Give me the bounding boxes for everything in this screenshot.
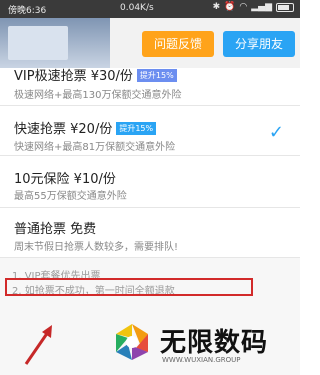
status-bar: 傍晚6:36 0.04K/s ✱ ⏰ ◠ ▂▄▆ [0,0,300,18]
preview-thumbnail [0,18,110,68]
option-badge: 提升15% [136,69,177,82]
status-time: 傍晚6:36 [8,6,47,16]
highlight-box [5,278,253,296]
option-title: 普通抢票 免费 [14,222,97,237]
feedback-button[interactable]: 问题反馈 [142,31,214,57]
option-title: VIP极速抢票 ¥30/份 [14,69,133,84]
option-desc: 周末节假日抢票人数较多，需要排队! [14,242,179,253]
wifi-icon: ◠ [239,2,248,12]
option-fast[interactable]: 快速抢票 ¥20/份 提升15% 快速网络+最高81万保额交通意外险 ✓ [0,106,300,156]
status-icons: ✱ ⏰ ◠ ▂▄▆ [213,2,294,12]
alarm-icon: ⏰ [224,2,236,12]
option-title: 快速抢票 ¥20/份 [14,122,113,137]
option-free[interactable]: 普通抢票 免费 周末节假日抢票人数较多，需要排队! [0,208,300,258]
battery-level [278,4,290,10]
option-desc: 最高55万保额交通意外险 [14,191,127,202]
option-title: 10元保险 ¥10/份 [14,172,116,187]
option-desc: 极速网络+最高130万保额交通意外险 [14,90,182,101]
watermark-logo-icon [116,324,148,360]
preview-thumbnail-inner [8,26,68,60]
arrow-icon [24,325,52,365]
option-badge: 提升15% [116,122,157,135]
signal-icon: ▂▄▆ [251,2,272,12]
watermark-url: WWW.WUXIAN.GROUP [162,356,241,364]
watermark-brand: 无限数码 [160,328,269,358]
share-friends-button[interactable]: 分享朋友 [223,31,295,57]
top-toolbar: 问题反馈 分享朋友 [0,18,300,68]
battery-icon [276,2,294,12]
check-icon: ✓ [268,122,284,143]
bluetooth-icon: ✱ [212,2,221,12]
option-desc: 快速网络+最高81万保额交通意外险 [14,142,176,153]
network-speed: 0.04K/s [120,3,154,13]
option-vip[interactable]: VIP极速抢票 ¥30/份 提升15% 极速网络+最高130万保额交通意外险 [0,68,300,106]
option-insurance[interactable]: 10元保险 ¥10/份 最高55万保额交通意外险 [0,156,300,208]
